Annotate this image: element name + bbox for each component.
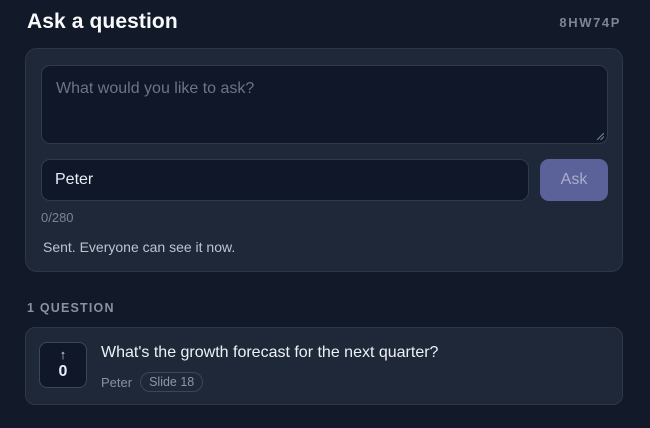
upvote-button[interactable]: ↑ 0 bbox=[39, 342, 87, 388]
status-message: Sent. Everyone can see it now. bbox=[43, 239, 236, 255]
arrow-up-icon: ↑ bbox=[59, 347, 67, 362]
question-author: Peter bbox=[101, 374, 133, 390]
question-text: What's the growth forecast for the next … bbox=[101, 344, 439, 361]
vote-count: 0 bbox=[58, 363, 68, 380]
ask-form-card: What would you like to ask? Peter Ask 0/… bbox=[25, 48, 623, 272]
ask-button[interactable]: Ask bbox=[540, 159, 608, 201]
question-placeholder: What would you like to ask? bbox=[56, 80, 255, 97]
room-code: 8HW74P bbox=[559, 14, 621, 30]
qa-page: Ask a question 8HW74P What would you lik… bbox=[0, 0, 650, 428]
question-meta: Peter Slide 18 bbox=[101, 372, 204, 392]
name-input[interactable]: Peter bbox=[41, 159, 529, 201]
char-count: 0/280 bbox=[41, 210, 74, 225]
name-input-value: Peter bbox=[55, 171, 94, 188]
slide-badge: Slide 18 bbox=[140, 372, 204, 392]
header: Ask a question 8HW74P bbox=[27, 8, 621, 36]
questions-count-label: 1 QUESTION bbox=[27, 301, 115, 315]
question-textarea[interactable]: What would you like to ask? bbox=[41, 65, 608, 144]
question-card: ↑ 0 What's the growth forecast for the n… bbox=[25, 327, 623, 405]
page-title: Ask a question bbox=[27, 10, 178, 33]
resize-grip-icon[interactable] bbox=[597, 133, 604, 140]
